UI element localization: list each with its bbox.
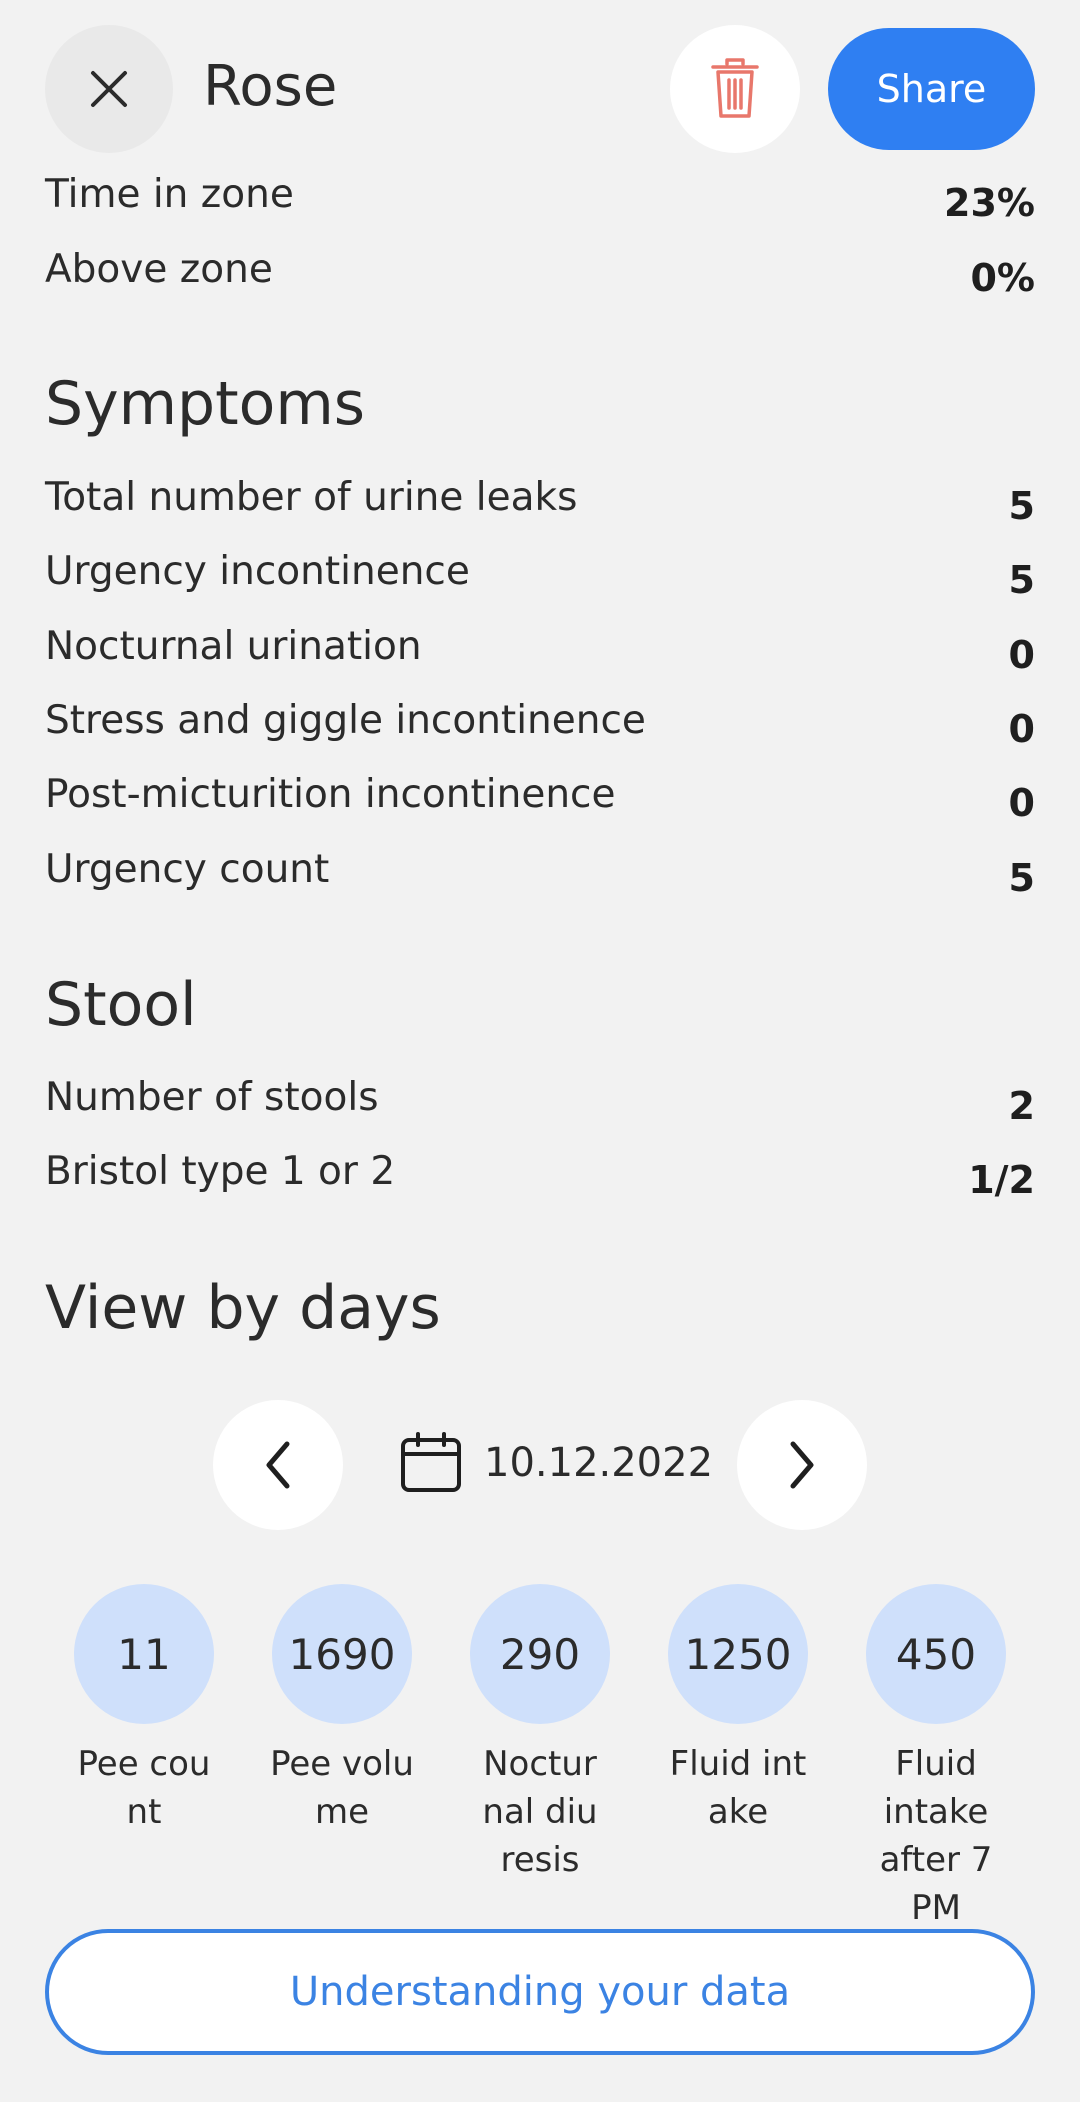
page-title: Rose xyxy=(203,54,338,119)
metric-pee-volume: 1690 Pee volume xyxy=(247,1584,437,1836)
symptom-row: Stress and giggle incontinence 0 xyxy=(45,691,1035,751)
chevron-left-icon xyxy=(266,1441,290,1489)
stat-value: 0 xyxy=(1008,781,1035,825)
symptoms-heading: Symptoms xyxy=(45,369,366,439)
stat-value: 23% xyxy=(944,181,1035,225)
stat-label: Post-micturition incontinence xyxy=(45,772,616,817)
stat-value: 0 xyxy=(1008,633,1035,677)
close-button[interactable] xyxy=(45,25,173,153)
symptom-row: Total number of urine leaks 5 xyxy=(45,468,1035,528)
symptom-row: Nocturnal urination 0 xyxy=(45,617,1035,677)
stat-label: Stress and giggle incontinence xyxy=(45,698,646,743)
report-page: Rose Share Time in zone 23% Above zone 0… xyxy=(0,0,1080,2102)
metric-nocturnal-diuresis: 290 Nocturnal diuresis xyxy=(445,1584,635,1884)
metric-value: 290 xyxy=(470,1584,610,1724)
stat-label: Urgency incontinence xyxy=(45,549,470,594)
stat-value: 5 xyxy=(1008,856,1035,900)
header: Rose Share xyxy=(0,0,1080,175)
metric-fluid-intake-after-7pm: 450 Fluid intake after 7 PM xyxy=(841,1584,1031,1932)
stool-row: Number of stools 2 xyxy=(45,1068,1035,1128)
stat-label: Total number of urine leaks xyxy=(45,475,578,520)
date-picker[interactable]: 10.12.2022 xyxy=(400,1430,713,1496)
stat-value: 5 xyxy=(1008,484,1035,528)
trash-icon xyxy=(711,58,759,118)
metric-label: Fluid intake xyxy=(669,1744,807,1832)
stat-label: Urgency count xyxy=(45,847,330,892)
metric-value: 1250 xyxy=(668,1584,808,1724)
calendar-icon xyxy=(401,1432,461,1492)
symptom-row: Post-micturition incontinence 0 xyxy=(45,765,1035,825)
stat-label: Nocturnal urination xyxy=(45,624,422,669)
previous-day-button[interactable] xyxy=(213,1400,343,1530)
stat-value: 5 xyxy=(1008,558,1035,602)
metric-fluid-intake: 1250 Fluid intake xyxy=(643,1584,833,1836)
metric-label: Nocturnal diuresis xyxy=(482,1744,598,1880)
close-icon xyxy=(91,71,127,107)
stat-label: Number of stools xyxy=(45,1075,379,1120)
stat-value: 2 xyxy=(1008,1084,1035,1128)
symptom-row: Urgency incontinence 5 xyxy=(45,542,1035,602)
stat-value: 1/2 xyxy=(968,1158,1035,1202)
view-by-days-heading: View by days xyxy=(45,1273,441,1343)
selected-date: 10.12.2022 xyxy=(484,1440,714,1486)
metric-value: 1690 xyxy=(272,1584,412,1724)
next-day-button[interactable] xyxy=(737,1400,867,1530)
stat-value: 0% xyxy=(970,256,1035,300)
metric-value: 11 xyxy=(74,1584,214,1724)
metric-label: Pee count xyxy=(77,1744,211,1832)
stool-heading: Stool xyxy=(45,970,197,1040)
delete-button[interactable] xyxy=(670,25,800,153)
stat-row-time-in-zone: Time in zone 23% xyxy=(45,165,1035,225)
metric-value: 450 xyxy=(866,1584,1006,1724)
understanding-your-data-button[interactable]: Understanding your data xyxy=(45,1929,1035,2055)
share-button[interactable]: Share xyxy=(828,28,1035,150)
stat-label: Time in zone xyxy=(45,172,294,217)
stat-value: 0 xyxy=(1008,707,1035,751)
chevron-right-icon xyxy=(790,1441,814,1489)
metric-pee-count: 11 Pee count xyxy=(49,1584,239,1836)
symptom-row: Urgency count 5 xyxy=(45,840,1035,900)
stool-row: Bristol type 1 or 2 1/2 xyxy=(45,1142,1035,1202)
stat-row-above-zone: Above zone 0% xyxy=(45,240,1035,300)
stat-label: Bristol type 1 or 2 xyxy=(45,1149,396,1194)
metric-label: Fluid intake after 7 PM xyxy=(879,1744,993,1928)
stat-label: Above zone xyxy=(45,247,273,292)
metric-label: Pee volume xyxy=(270,1744,414,1832)
